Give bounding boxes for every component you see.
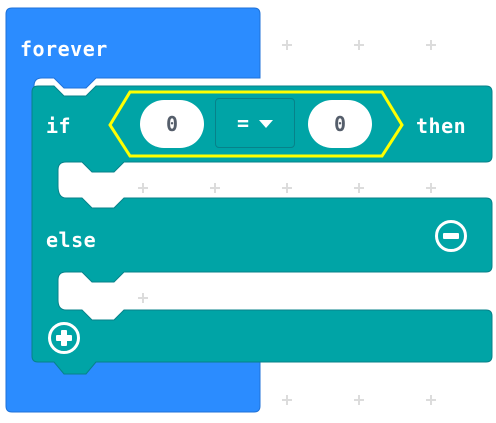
- minus-circle-icon: [443, 233, 459, 239]
- if-label: if: [46, 114, 72, 138]
- else-label: else: [46, 228, 97, 252]
- right-number-input[interactable]: 0: [308, 100, 372, 148]
- block-shapes: [5, 7, 493, 413]
- forever-label: forever: [20, 37, 108, 61]
- add-branch-button[interactable]: [48, 322, 80, 354]
- left-number-input[interactable]: 0: [140, 100, 204, 148]
- operator-label: =: [236, 111, 250, 135]
- remove-else-button[interactable]: [435, 220, 467, 252]
- caret-down-icon: [259, 120, 274, 128]
- then-label: then: [416, 114, 467, 138]
- operator-dropdown[interactable]: =: [215, 98, 295, 148]
- plus-circle-icon-vertical: [61, 330, 67, 346]
- blocks-workspace[interactable]: forever if then else 0 = 0: [0, 0, 496, 423]
